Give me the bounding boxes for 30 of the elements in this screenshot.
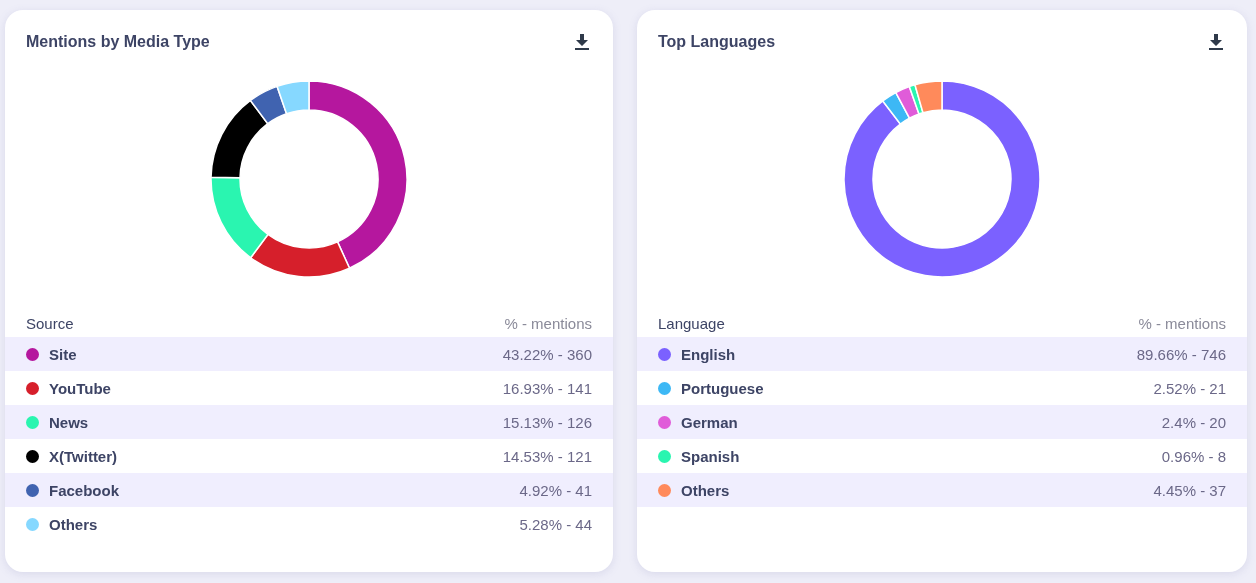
- download-button[interactable]: [1206, 32, 1226, 52]
- row-label: English: [681, 345, 737, 363]
- row-label: Others: [681, 481, 731, 499]
- row-value: 43.22% - 360: [502, 345, 592, 363]
- row-label: Others: [49, 515, 99, 533]
- row-value: 5.28% - 44: [519, 515, 592, 533]
- column-header: % - mentions: [1138, 314, 1226, 332]
- row-label: Portuguese: [681, 379, 765, 397]
- row-label: News: [49, 413, 90, 431]
- column-header: Language: [658, 314, 725, 332]
- row-label: Spanish: [681, 447, 741, 465]
- row-label: X(Twitter): [49, 447, 119, 465]
- column-header: % - mentions: [504, 314, 592, 332]
- row-label: German: [681, 413, 739, 431]
- row-value: 89.66% - 746: [1136, 345, 1226, 363]
- row-value: 16.93% - 141: [502, 379, 592, 397]
- card-title: Mentions by Media Type: [26, 33, 210, 51]
- row-label: Site: [49, 345, 78, 363]
- row-value: 2.4% - 20: [1161, 413, 1226, 431]
- row-label: YouTube: [49, 379, 112, 397]
- row-value: 15.13% - 126: [502, 413, 592, 431]
- card-title: Top Languages: [658, 33, 776, 51]
- row-value: 4.92% - 41: [519, 481, 592, 499]
- row-value: 2.52% - 21: [1153, 379, 1226, 397]
- download-button[interactable]: [572, 32, 592, 52]
- row-value: 4.45% - 37: [1153, 481, 1226, 499]
- row-label: Facebook: [49, 481, 121, 499]
- row-value: 14.53% - 121: [502, 447, 592, 465]
- row-value: 0.96% - 8: [1161, 447, 1226, 465]
- column-header: Source: [26, 314, 74, 332]
